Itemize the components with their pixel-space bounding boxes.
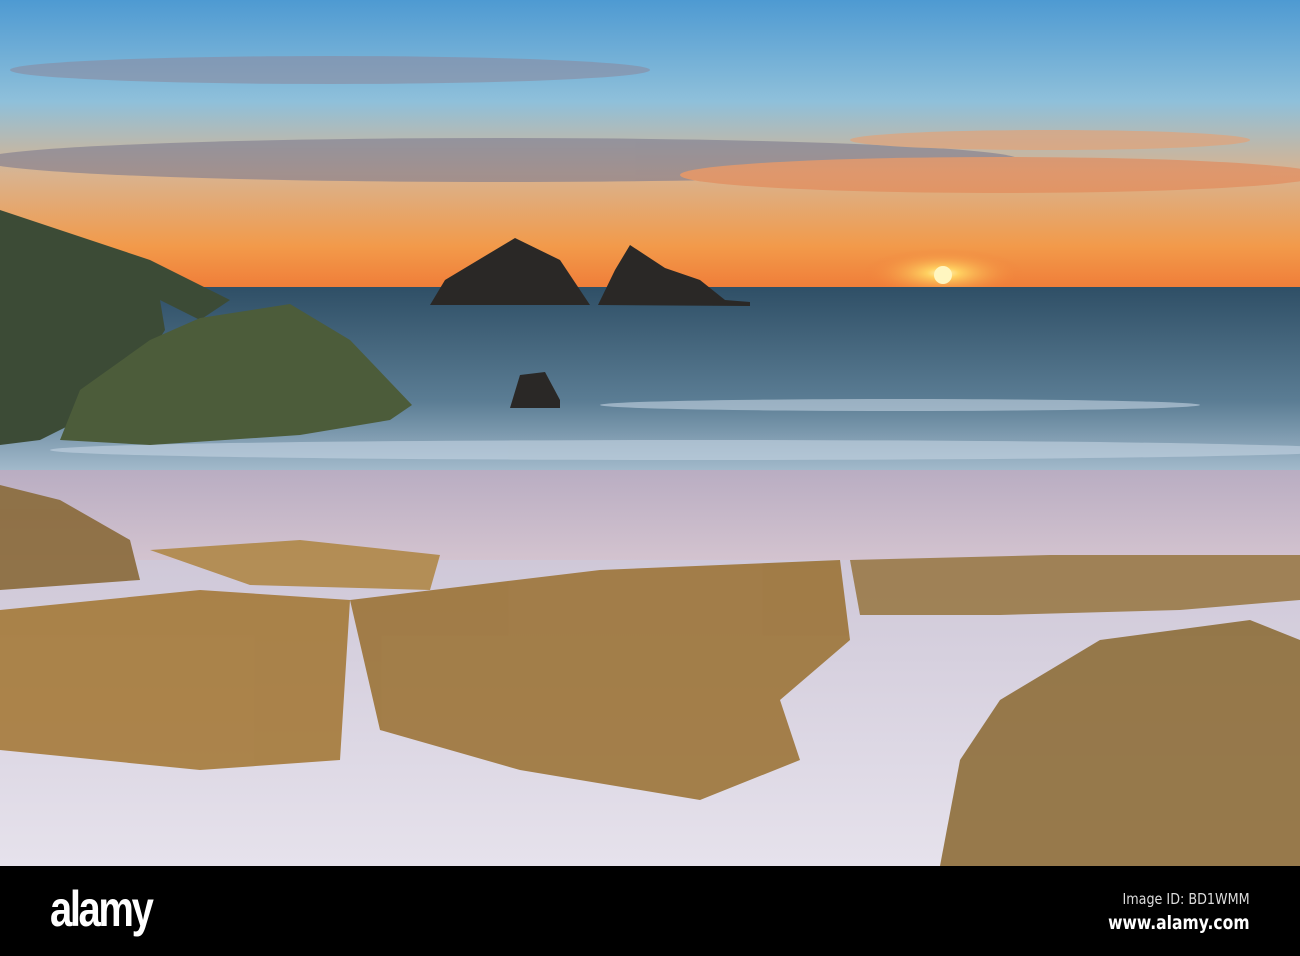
watermark-footer: alamy Image ID: BD1WMM www.alamy.com: [0, 866, 1300, 956]
landscape-photo: [0, 0, 1300, 866]
alamy-logo: alamy: [50, 881, 154, 937]
image-id: Image ID: BD1WMM: [1122, 890, 1250, 908]
site-url: www.alamy.com: [1108, 912, 1250, 934]
